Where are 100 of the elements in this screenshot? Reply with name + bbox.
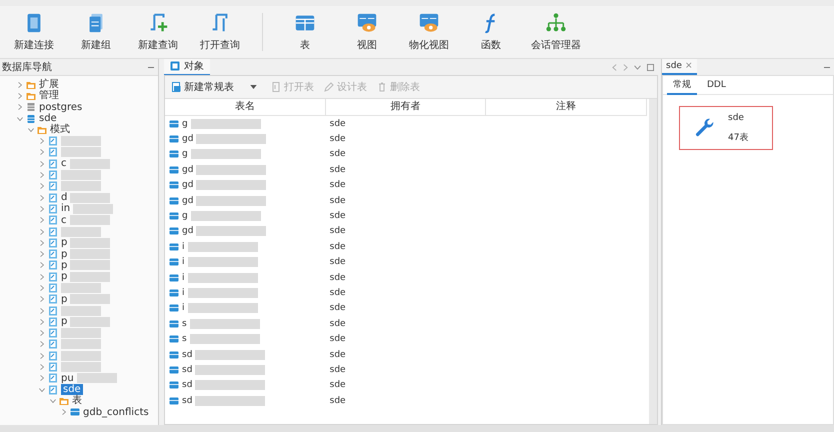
redaction-block: [188, 257, 258, 268]
schema-icon: [48, 306, 58, 316]
redaction-block: [195, 364, 266, 375]
tree-item[interactable]: c: [0, 158, 158, 170]
tree-item[interactable]: d: [0, 192, 158, 204]
redaction-block: [188, 272, 258, 283]
column-header[interactable]: 拥有者: [326, 99, 486, 115]
chevron-right-icon[interactable]: [61, 409, 67, 416]
table-icon: [70, 407, 80, 418]
folder-icon: [37, 124, 47, 135]
schema-icon: [48, 373, 58, 384]
chevron-down-icon[interactable]: [634, 64, 641, 70]
table-owner: sde: [330, 149, 346, 160]
table-icon: [169, 288, 179, 298]
schema-name: sde: [728, 112, 745, 122]
table-icon: [169, 350, 179, 360]
tree-item[interactable]: p: [0, 260, 158, 272]
table-icon: [169, 134, 179, 144]
table-icon: [169, 334, 179, 344]
toolbar-button[interactable]: 物化视图: [399, 10, 459, 54]
column-header[interactable]: 表名: [165, 99, 326, 115]
tree-item[interactable]: sde: [0, 384, 158, 396]
schema-icon: [48, 272, 58, 282]
tree-item[interactable]: p: [0, 271, 158, 282]
tree-item[interactable]: p: [0, 316, 158, 328]
maximize-icon[interactable]: [647, 64, 654, 70]
tree-item[interactable]: pu: [0, 372, 158, 384]
scrollbar[interactable]: [649, 99, 657, 424]
table-owner: sde: [330, 350, 346, 360]
tree-item[interactable]: sde: [0, 112, 158, 124]
table-owner: sde: [330, 257, 346, 268]
tree-item[interactable]: c: [0, 214, 158, 226]
table-owner: sde: [330, 303, 346, 314]
table-owner: sde: [330, 211, 346, 222]
redaction-block: [190, 149, 261, 160]
tree-item[interactable]: gdb_conflicts: [0, 406, 158, 418]
toolbar-button[interactable]: 视图: [337, 10, 397, 54]
schema-icon: [48, 192, 58, 203]
table-icon: [169, 272, 179, 283]
next-icon[interactable]: [623, 64, 628, 70]
table-owner: sde: [330, 134, 346, 144]
tree-item[interactable]: p: [0, 237, 158, 248]
table-owner: sde: [330, 288, 346, 298]
schema-icon: [48, 181, 58, 192]
toolbar-button[interactable]: 新建常规表: [169, 80, 236, 94]
toolbar-button[interactable]: 新建组: [66, 10, 126, 54]
detail-tab[interactable]: 常规: [667, 76, 697, 94]
toolbar-button[interactable]: 会话管理器: [523, 10, 589, 54]
schema-icon: [48, 226, 58, 236]
tree-item[interactable]: 模式: [0, 124, 158, 136]
table-name: g: [182, 118, 188, 129]
previous-icon[interactable]: [612, 64, 617, 70]
table-owner: sde: [330, 318, 346, 329]
redaction-block: [190, 334, 260, 344]
detail-tab[interactable]: DDL: [701, 78, 732, 92]
table-owner: sde: [330, 272, 346, 283]
schema-icon: [48, 147, 58, 158]
table-name: i: [182, 303, 185, 314]
table-icon: [169, 180, 179, 190]
tree-item[interactable]: 管理: [0, 90, 158, 102]
table-name: gd: [182, 164, 194, 175]
table-owner: sde: [330, 226, 346, 236]
tree-item[interactable]: 扩展: [0, 79, 158, 90]
folder-icon: [26, 90, 36, 101]
toolbar-button[interactable]: 表: [275, 10, 335, 54]
pencil-icon: [324, 82, 334, 92]
tree-item[interactable]: postgres: [0, 102, 158, 113]
tree-item[interactable]: p: [0, 294, 158, 305]
tree-item[interactable]: p: [0, 248, 158, 260]
schema-icon: [48, 170, 58, 180]
redaction-block: [190, 318, 260, 329]
table-icon: [169, 242, 179, 252]
objects-tab[interactable]: 对象: [164, 58, 210, 76]
table-name: i: [182, 288, 185, 298]
toolbar-button[interactable]: 新建查询: [128, 10, 188, 54]
tree-item[interactable]: in: [0, 203, 158, 215]
table-icon: [169, 257, 179, 268]
folder-icon: [59, 396, 69, 406]
minimize-icon[interactable]: [148, 66, 154, 68]
tree-item[interactable]: 表: [0, 395, 158, 407]
schema-icon: [48, 136, 58, 146]
new-table-icon: [171, 82, 181, 92]
schema-icon: [48, 384, 58, 395]
toolbar-button[interactable]: 新建连接: [4, 10, 64, 54]
database-icon: [26, 114, 36, 124]
table-owner: sde: [330, 196, 346, 206]
schema-icon: [48, 339, 58, 350]
table-name: sd: [182, 380, 192, 390]
toolbar-button[interactable]: 函数: [461, 10, 521, 54]
minimize-icon[interactable]: [824, 66, 830, 68]
dropdown-arrow-icon[interactable]: [250, 85, 257, 89]
table-name: sd: [182, 396, 192, 406]
table-icon: [169, 396, 179, 406]
hierarchy-icon: [545, 12, 567, 34]
column-header[interactable]: 注释: [486, 99, 647, 115]
schema-icon: [48, 294, 58, 304]
toolbar-button[interactable]: 打开查询: [190, 10, 250, 54]
sde-tab[interactable]: sde ×: [662, 59, 696, 75]
schema-icon: [48, 249, 58, 260]
redaction-block: [188, 288, 258, 298]
